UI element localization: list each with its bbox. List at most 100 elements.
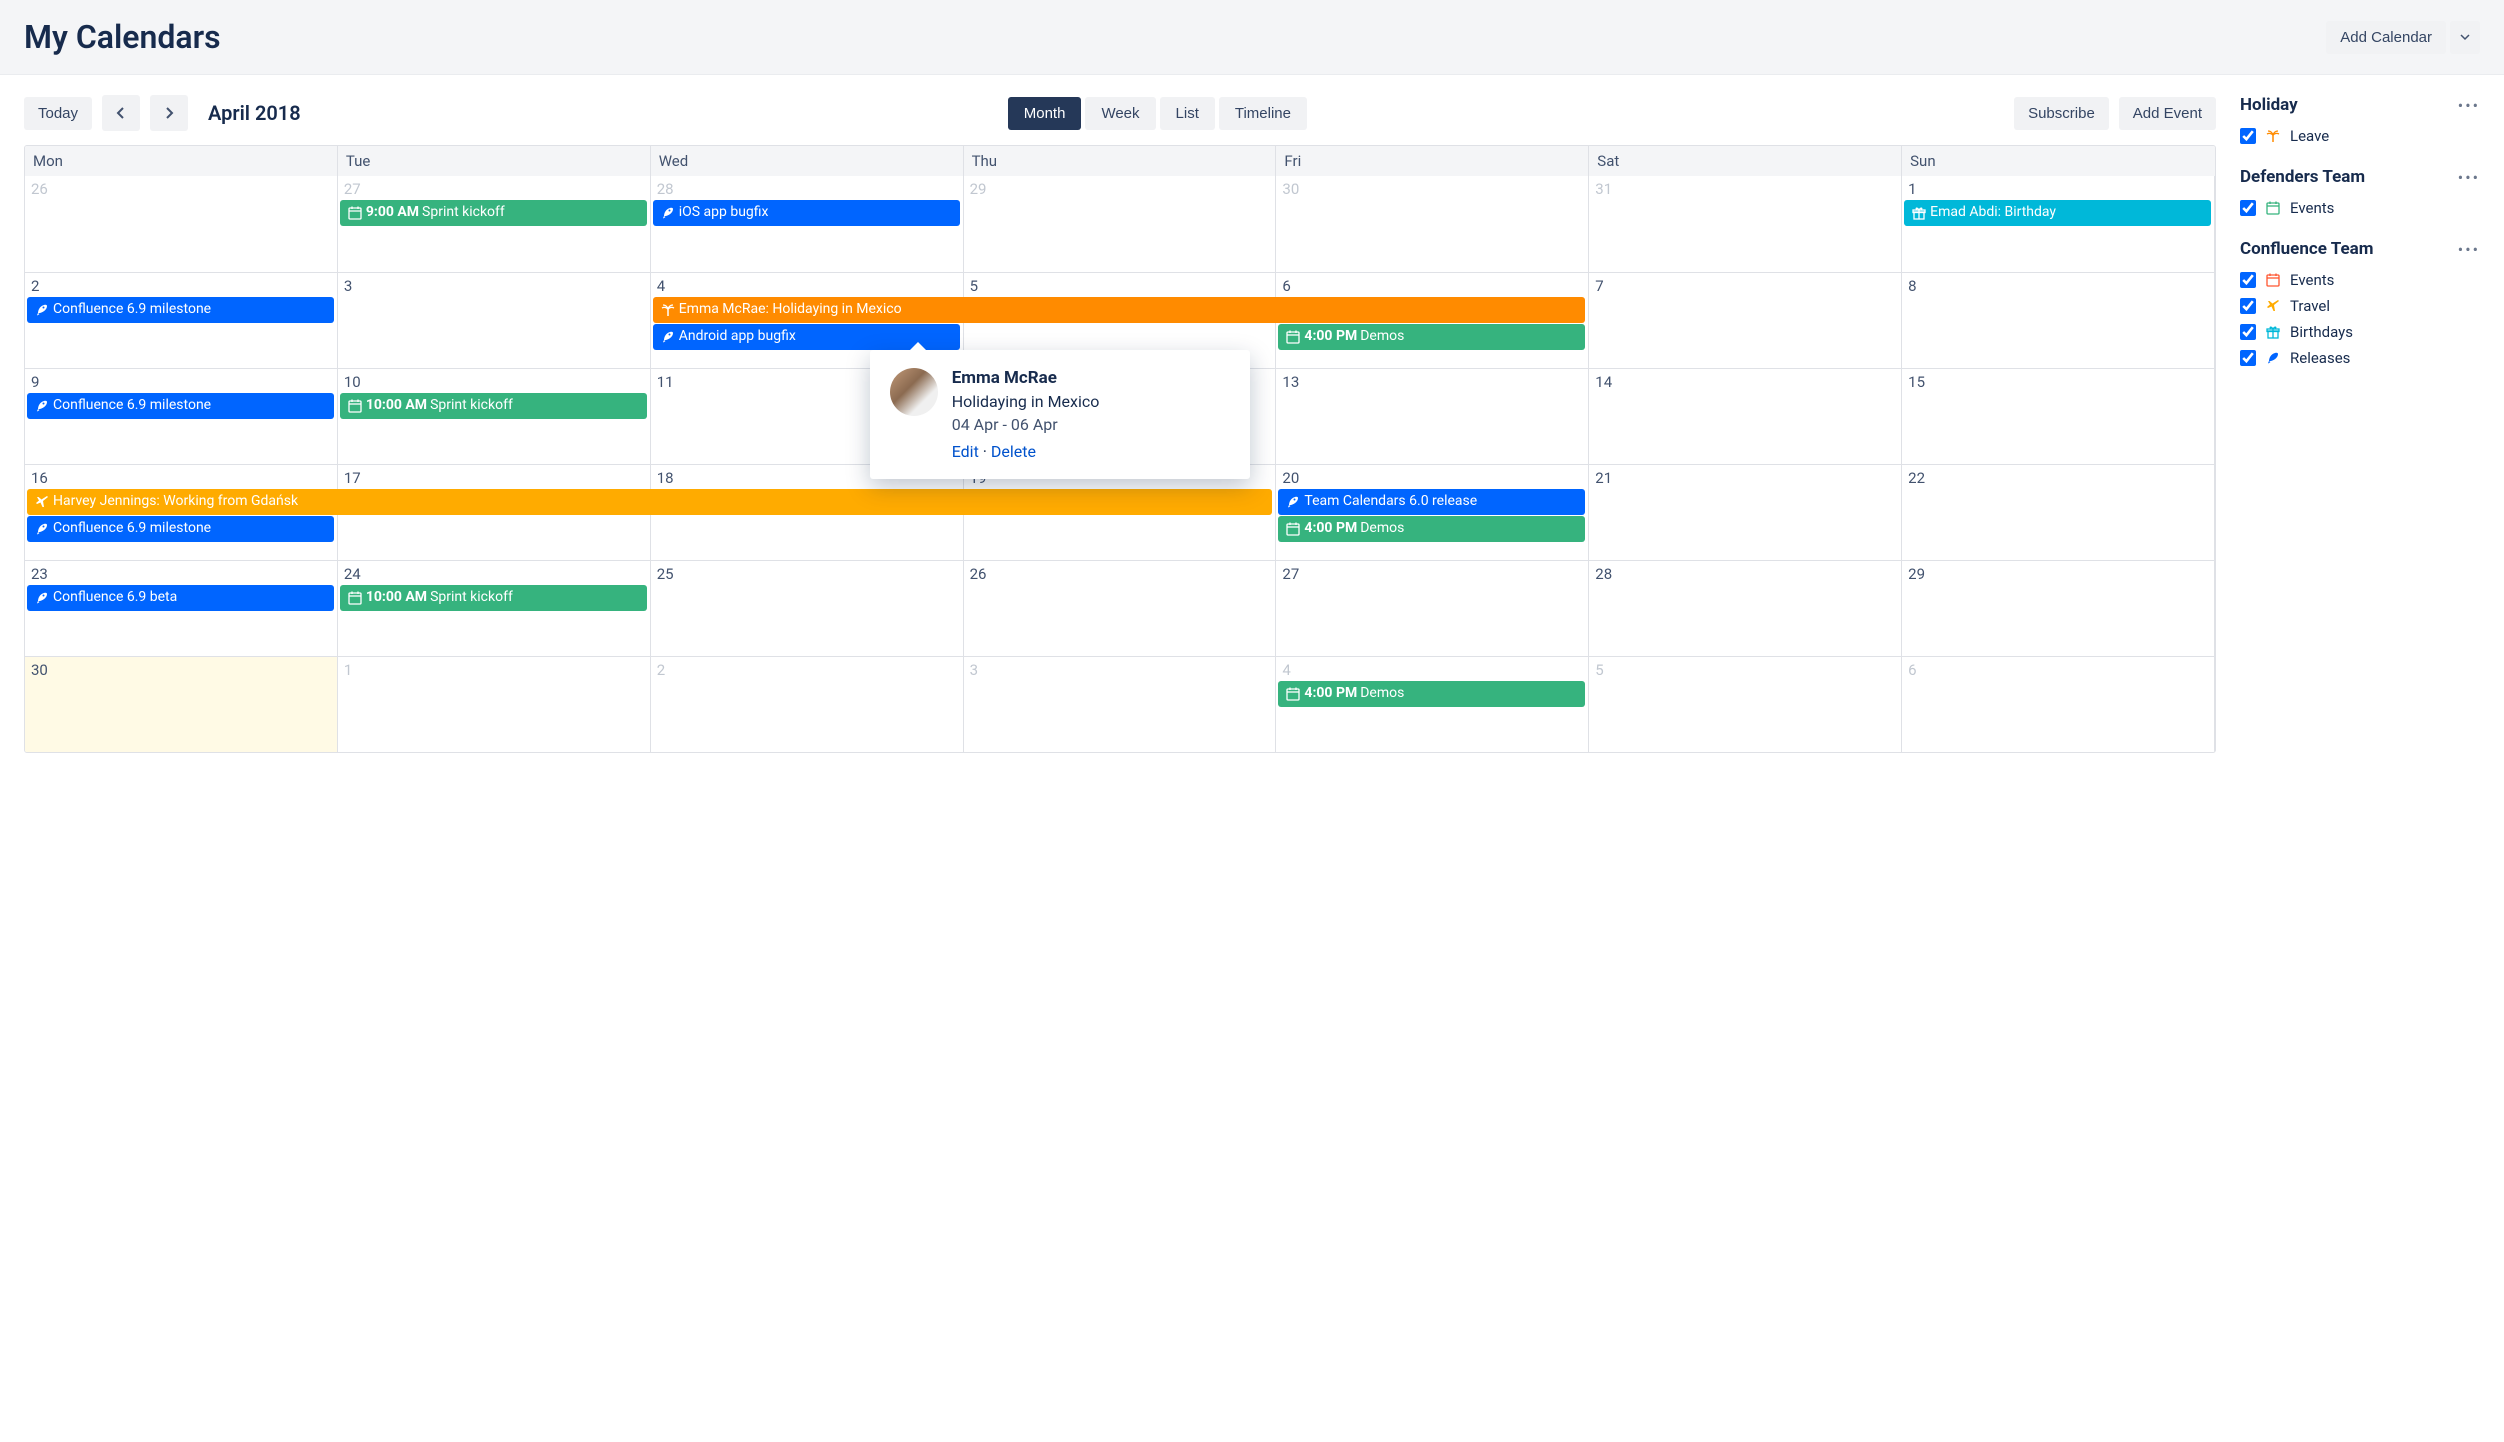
tab-list[interactable]: List [1160,97,1215,130]
day-number: 29 [970,180,1270,198]
sidebar-section-title: Holiday [2240,95,2298,115]
more-icon[interactable]: ••• [2458,240,2480,259]
calendar-event[interactable]: 9:00 AMSprint kickoff [340,200,647,226]
day-number: 30 [31,661,331,679]
calendar-toggle-checkbox[interactable] [2240,272,2256,288]
calendar-toggle-checkbox[interactable] [2240,128,2256,144]
tab-month[interactable]: Month [1008,97,1082,130]
event-label: Confluence 6.9 milestone [53,520,211,538]
calendar-day-cell[interactable]: 31 [1589,176,1902,272]
page-title: My Calendars [24,18,221,56]
day-header: Fri [1276,146,1589,176]
calendar-event[interactable]: Confluence 6.9 milestone [27,297,334,323]
calendar-day-cell[interactable]: 14 [1589,369,1902,464]
release-icon [2264,349,2282,367]
calendar-toggle-checkbox[interactable] [2240,298,2256,314]
calendar-toggle-checkbox[interactable] [2240,350,2256,366]
sidebar-item: Leave [2240,123,2480,149]
delete-link[interactable]: Delete [991,442,1036,461]
calendar-day-cell[interactable]: 3 [338,273,651,368]
chevron-down-icon [2460,32,2470,42]
add-calendar-button[interactable]: Add Calendar [2326,21,2446,54]
add-calendar-group: Add Calendar [2326,21,2480,54]
more-icon[interactable]: ••• [2458,168,2480,187]
calendar-event[interactable]: Confluence 6.9 beta [27,585,334,611]
calendar-day-cell[interactable]: 2 [651,657,964,752]
calendar-day-cell[interactable]: 7 [1589,273,1902,368]
sidebar-item: Releases [2240,345,2480,371]
calendar-toggle-checkbox[interactable] [2240,324,2256,340]
day-number: 5 [1595,661,1895,679]
sidebar-item: Events [2240,195,2480,221]
event-time: 4:00 PM [1304,685,1357,701]
day-number: 6 [1282,277,1582,295]
day-number: 13 [1282,373,1582,391]
day-number: 1 [344,661,644,679]
avatar [890,368,938,416]
event-time: 10:00 AM [366,397,427,413]
calendar-day-cell[interactable]: 5 [1589,657,1902,752]
day-header: Wed [651,146,964,176]
calendar-day-cell[interactable]: 13 [1276,369,1589,464]
calendar-day-cell[interactable]: 6 [1902,657,2215,752]
event-label: 4:00 PMDemos [1304,328,1404,346]
more-icon[interactable]: ••• [2458,96,2480,115]
main-wrap: Today April 2018 Month Week List Timelin… [0,75,2504,773]
calendar-day-cell[interactable]: 30 [1276,176,1589,272]
calendar-event[interactable]: Confluence 6.9 milestone [27,516,334,542]
view-tabs: Month Week List Timeline [1008,97,1307,130]
event-time: 10:00 AM [366,589,427,605]
calendar-day-cell[interactable]: 26 [25,176,338,272]
chevron-left-icon [116,107,126,119]
calendar-event[interactable]: Confluence 6.9 milestone [27,393,334,419]
calendar-event[interactable]: Harvey Jennings: Working from Gdańsk [27,489,1272,515]
popover-person-name: Emma McRae [952,368,1100,388]
palm-icon [661,303,675,317]
today-button[interactable]: Today [24,97,92,130]
event-time: 4:00 PM [1304,520,1357,536]
calendar-day-cell[interactable]: 25 [651,561,964,656]
chevron-right-icon [164,107,174,119]
calendar-day-cell[interactable]: 30 [25,657,338,752]
day-number: 2 [657,661,957,679]
calendar-day-cell[interactable]: 27 [1276,561,1589,656]
calendar-event[interactable]: 10:00 AMSprint kickoff [340,585,647,611]
calendar-event[interactable]: iOS app bugfix [653,200,960,226]
add-calendar-caret[interactable] [2450,21,2480,54]
event-label: Confluence 6.9 beta [53,589,177,607]
popover-date-range: 04 Apr - 06 Apr [952,415,1100,434]
calendar-event[interactable]: Team Calendars 6.0 release [1278,489,1585,515]
calendar-day-cell[interactable]: 29 [1902,561,2215,656]
prev-month-button[interactable] [102,95,140,131]
sidebar-section-title: Defenders Team [2240,167,2365,187]
calendar-day-cell[interactable]: 21 [1589,465,1902,560]
event-label: 10:00 AMSprint kickoff [366,589,513,607]
add-event-button[interactable]: Add Event [2119,97,2216,130]
calendar-toggle-checkbox[interactable] [2240,200,2256,216]
calendar-day-cell[interactable]: 28 [1589,561,1902,656]
calendar-event[interactable]: Emma McRae: Holidaying in Mexico [653,297,1586,323]
calendar-day-cell[interactable]: 15 [1902,369,2215,464]
tab-week[interactable]: Week [1085,97,1155,130]
event-label: 10:00 AMSprint kickoff [366,397,513,415]
tab-timeline[interactable]: Timeline [1219,97,1307,130]
calendar-event[interactable]: 4:00 PMDemos [1278,324,1585,350]
subscribe-button[interactable]: Subscribe [2014,97,2109,130]
calendar-event[interactable]: 10:00 AMSprint kickoff [340,393,647,419]
calendar-event[interactable]: 4:00 PMDemos [1278,516,1585,542]
calendar-day-cell[interactable]: 3 [964,657,1277,752]
edit-link[interactable]: Edit [952,442,979,461]
calendar-day-cell[interactable]: 22 [1902,465,2215,560]
calendar-day-cell[interactable]: 8 [1902,273,2215,368]
calendar-event[interactable]: 4:00 PMDemos [1278,681,1585,707]
gift-icon [1912,206,1926,220]
sidebar-section: Holiday ••• Leave [2240,95,2480,149]
calendar-day-cell[interactable]: 29 [964,176,1277,272]
calendar-event[interactable]: Emad Abdi: Birthday [1904,200,2211,226]
calendar-day-cell[interactable]: 1 [338,657,651,752]
release-icon [661,206,675,220]
calendar-icon [1286,330,1300,344]
calendar-day-cell[interactable]: 26 [964,561,1277,656]
next-month-button[interactable] [150,95,188,131]
gift-icon [2264,323,2282,341]
